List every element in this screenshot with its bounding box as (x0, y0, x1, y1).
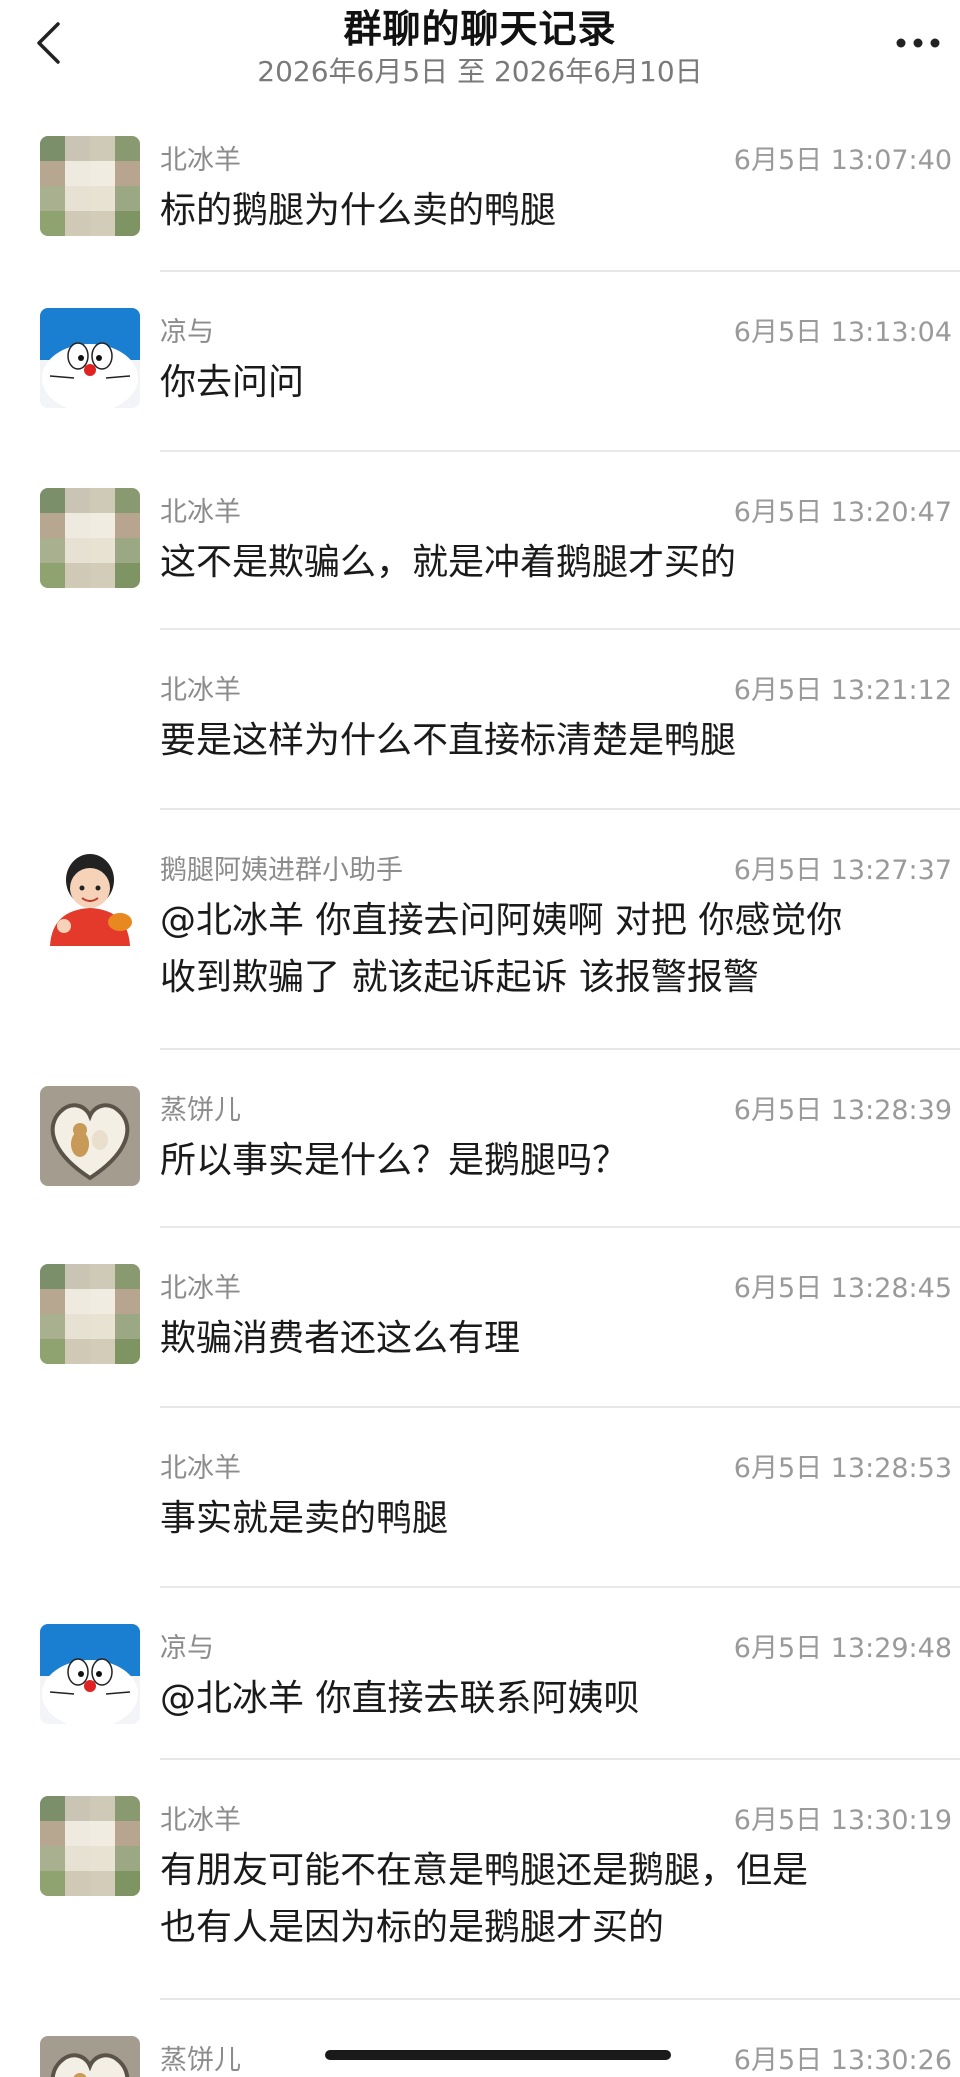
more-button[interactable] (888, 18, 948, 68)
avatar[interactable] (40, 2036, 140, 2077)
sender-name: 蒸饼儿 (160, 1095, 241, 1126)
chat-message: 北冰羊 6月5日 13:28:45 欺骗消费者还这么有理 (0, 1228, 960, 1408)
message-text: 所以事实是什么？是鹅腿吗？ (160, 1140, 629, 1181)
timestamp: 6月5日 13:20:47 (733, 497, 952, 528)
avatar[interactable] (40, 1624, 140, 1724)
timestamp: 6月5日 13:28:45 (733, 1273, 952, 1304)
message-text: 欺骗消费者还这么有理 (160, 1318, 521, 1359)
timestamp: 6月5日 13:28:39 (733, 1095, 952, 1126)
sender-name: 鹅腿阿姨进群小助手 (160, 855, 403, 886)
sender-name: 凉与 (160, 317, 214, 348)
timestamp: 6月5日 13:30:19 (733, 1805, 952, 1836)
avatar[interactable] (40, 1264, 140, 1364)
chat-message: 蒸饼儿 6月5日 13:30:26 (0, 2000, 960, 2077)
timestamp: 6月5日 13:29:48 (733, 1633, 952, 1664)
sender-name: 蒸饼儿 (160, 2045, 241, 2076)
sender-name: 凉与 (160, 1633, 214, 1664)
message-text: 有朋友可能不在意是鸭腿还是鹅腿，但是 也有人是因为标的是鹅腿才买的 (160, 1850, 809, 1948)
message-text: 事实就是卖的鸭腿 (160, 1498, 449, 1539)
message-text: @北冰羊 你直接去问阿姨啊 对把 你感觉你 收到欺骗了 就该起诉起诉 该报警报警 (160, 900, 843, 998)
message-text: 标的鹅腿为什么卖的鸭腿 (160, 190, 557, 231)
chat-message: 北冰羊 6月5日 13:20:47 这不是欺骗么，就是冲着鹅腿才买的 (0, 452, 960, 630)
page-title: 群聊的聊天记录 (343, 7, 617, 51)
chat-message: 北冰羊 6月5日 13:07:40 标的鹅腿为什么卖的鸭腿 (0, 100, 960, 272)
chat-message: 凉与 6月5日 13:29:48 @北冰羊 你直接去联系阿姨呗 (0, 1588, 960, 1760)
sender-name: 北冰羊 (160, 497, 241, 528)
message-text: 这不是欺骗么，就是冲着鹅腿才买的 (160, 542, 737, 583)
chat-message: 北冰羊 6月5日 13:21:12 要是这样为什么不直接标清楚是鸭腿 (0, 630, 960, 810)
avatar[interactable] (40, 846, 140, 946)
chat-message: 北冰羊 6月5日 13:30:19 有朋友可能不在意是鸭腿还是鹅腿，但是 也有人… (0, 1760, 960, 2000)
sender-name: 北冰羊 (160, 145, 241, 176)
timestamp: 6月5日 13:30:26 (733, 2045, 952, 2076)
avatar[interactable] (40, 1796, 140, 1896)
message-text: 要是这样为什么不直接标清楚是鸭腿 (160, 720, 737, 761)
timestamp: 6月5日 13:27:37 (733, 855, 952, 886)
sender-name: 北冰羊 (160, 1273, 241, 1304)
avatar[interactable] (40, 1086, 140, 1186)
header: 群聊的聊天记录 2026年6月5日 至 2026年6月10日 (0, 0, 960, 100)
avatar[interactable] (40, 308, 140, 408)
timestamp: 6月5日 13:28:53 (733, 1453, 952, 1484)
chat-message: 鹅腿阿姨进群小助手 6月5日 13:27:37 @北冰羊 你直接去问阿姨啊 对把… (0, 810, 960, 1050)
avatar[interactable] (40, 488, 140, 588)
timestamp: 6月5日 13:13:04 (733, 317, 952, 348)
chat-message: 凉与 6月5日 13:13:04 你去问问 (0, 272, 960, 452)
chat-message: 蒸饼儿 6月5日 13:28:39 所以事实是什么？是鹅腿吗？ (0, 1050, 960, 1228)
sender-name: 北冰羊 (160, 1453, 241, 1484)
timestamp: 6月5日 13:07:40 (733, 145, 952, 176)
more-horizontal-icon (896, 38, 940, 48)
chat-message: 北冰羊 6月5日 13:28:53 事实就是卖的鸭腿 (0, 1408, 960, 1588)
date-range: 2026年6月5日 至 2026年6月10日 (257, 55, 703, 88)
timestamp: 6月5日 13:21:12 (733, 675, 952, 706)
message-text: @北冰羊 你直接去联系阿姨呗 (160, 1678, 640, 1719)
sender-name: 北冰羊 (160, 1805, 241, 1836)
message-text: 你去问问 (160, 362, 305, 403)
home-indicator[interactable] (325, 2050, 671, 2060)
sender-name: 北冰羊 (160, 675, 241, 706)
avatar[interactable] (40, 136, 140, 236)
